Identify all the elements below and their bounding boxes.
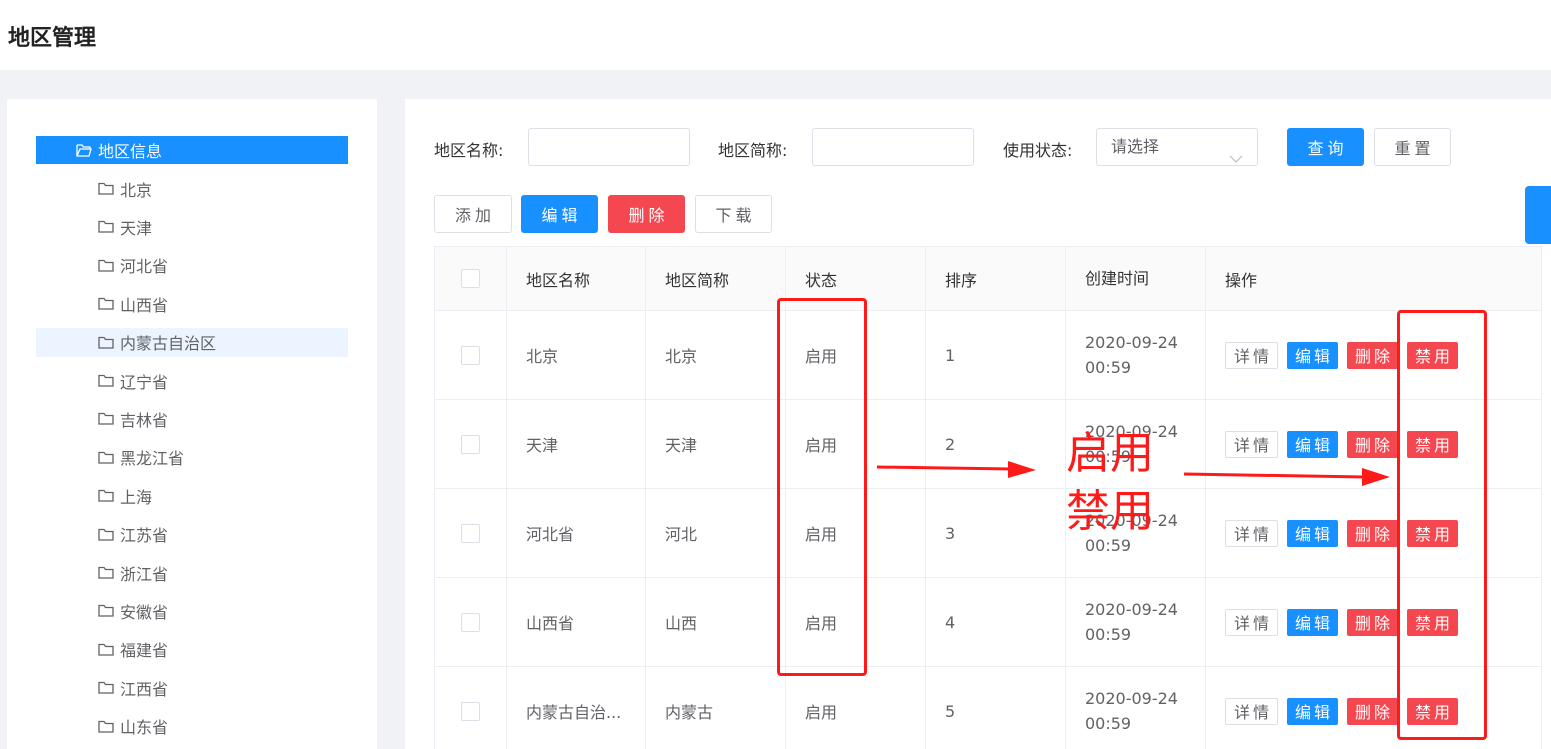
annotation-text-enable: 启用 [1066,428,1154,479]
annotation-text-disable: 禁用 [1066,486,1154,537]
annotation-arrows [876,461,1390,486]
